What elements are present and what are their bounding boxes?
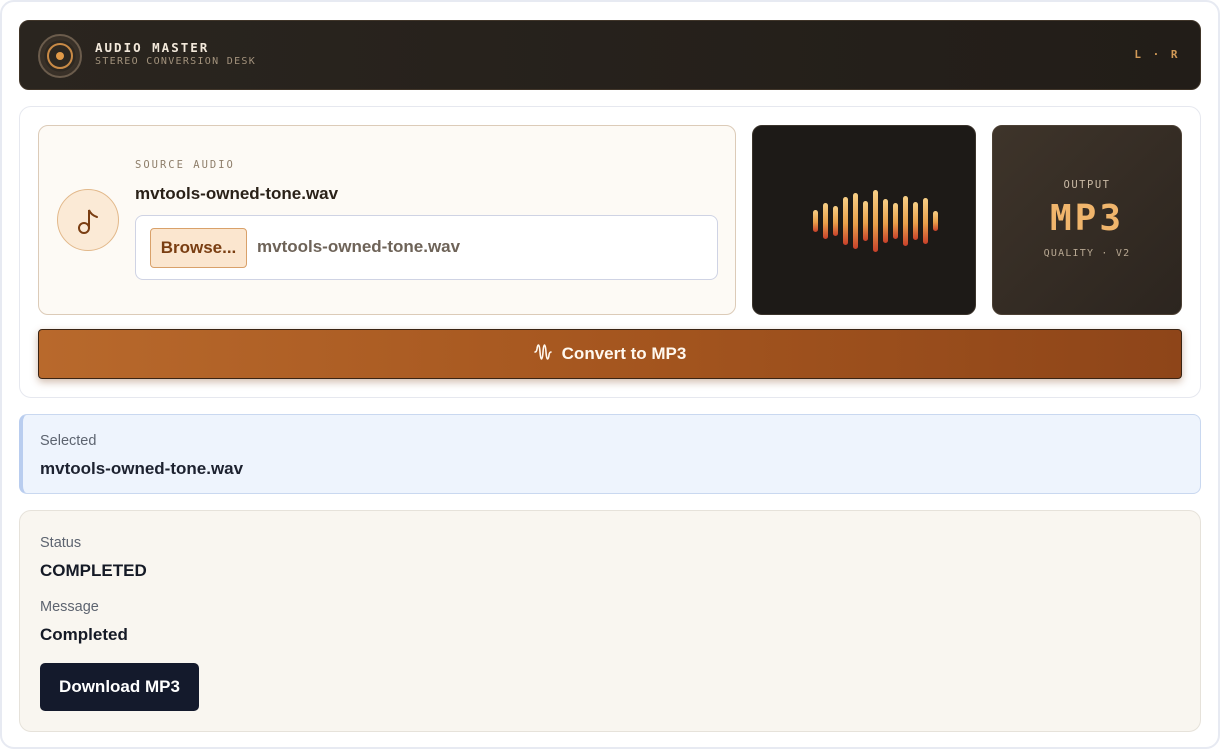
file-input[interactable]: Browse... mvtools-owned-tone.wav xyxy=(135,215,718,280)
channel-indicator: L · R xyxy=(1134,48,1180,61)
source-audio-card: SOURCE AUDIO mvtools-owned-tone.wav Brow… xyxy=(38,125,736,315)
selected-label: Selected xyxy=(40,433,97,449)
output-quality: QUALITY · V2 xyxy=(1043,248,1131,259)
output-label: OUTPUT xyxy=(1063,179,1111,191)
waveform-bar xyxy=(923,198,928,244)
sound-wave-icon xyxy=(533,343,552,366)
vinyl-record-icon xyxy=(38,34,82,78)
download-button[interactable]: Download MP3 xyxy=(40,663,199,711)
source-file-name: mvtools-owned-tone.wav xyxy=(135,184,339,203)
music-note-icon xyxy=(57,189,119,251)
waveform-bar xyxy=(853,193,858,249)
message-label: Message xyxy=(40,599,99,615)
selected-file-card: Selected mvtools-owned-tone.wav xyxy=(19,414,1201,494)
browse-button[interactable]: Browse... xyxy=(150,228,247,268)
waveform-bar xyxy=(823,203,828,239)
waveform-bar xyxy=(883,199,888,243)
status-card: Status COMPLETED Message Completed Downl… xyxy=(19,510,1201,732)
waveform-bar xyxy=(913,202,918,240)
waveform-bar xyxy=(833,206,838,236)
waveform-bar xyxy=(933,211,938,231)
selected-value: mvtools-owned-tone.wav xyxy=(40,459,244,478)
waveform-bars-icon xyxy=(752,125,976,315)
file-input-value: mvtools-owned-tone.wav xyxy=(257,237,461,256)
convert-button-label: Convert to MP3 xyxy=(561,344,687,363)
waveform-bar xyxy=(893,203,898,239)
waveform-bar xyxy=(813,210,818,232)
output-format-card: OUTPUT MP3 QUALITY · V2 xyxy=(992,125,1182,315)
waveform-bar xyxy=(863,201,868,241)
app-title: AUDIO MASTER xyxy=(95,40,210,55)
conversion-panel: SOURCE AUDIO mvtools-owned-tone.wav Brow… xyxy=(19,106,1201,398)
status-value: COMPLETED xyxy=(40,561,147,580)
waveform-bar xyxy=(843,197,848,245)
output-format: MP3 xyxy=(1049,198,1125,239)
status-label: Status xyxy=(40,535,82,551)
message-value: Completed xyxy=(40,625,128,644)
app-header: AUDIO MASTER STEREO CONVERSION DESK L · … xyxy=(19,20,1201,90)
waveform-bar xyxy=(873,190,878,252)
waveform-bar xyxy=(903,196,908,246)
convert-button[interactable]: Convert to MP3 xyxy=(38,329,1182,379)
source-audio-label: SOURCE AUDIO xyxy=(135,159,235,171)
app-subtitle: STEREO CONVERSION DESK xyxy=(95,56,257,67)
